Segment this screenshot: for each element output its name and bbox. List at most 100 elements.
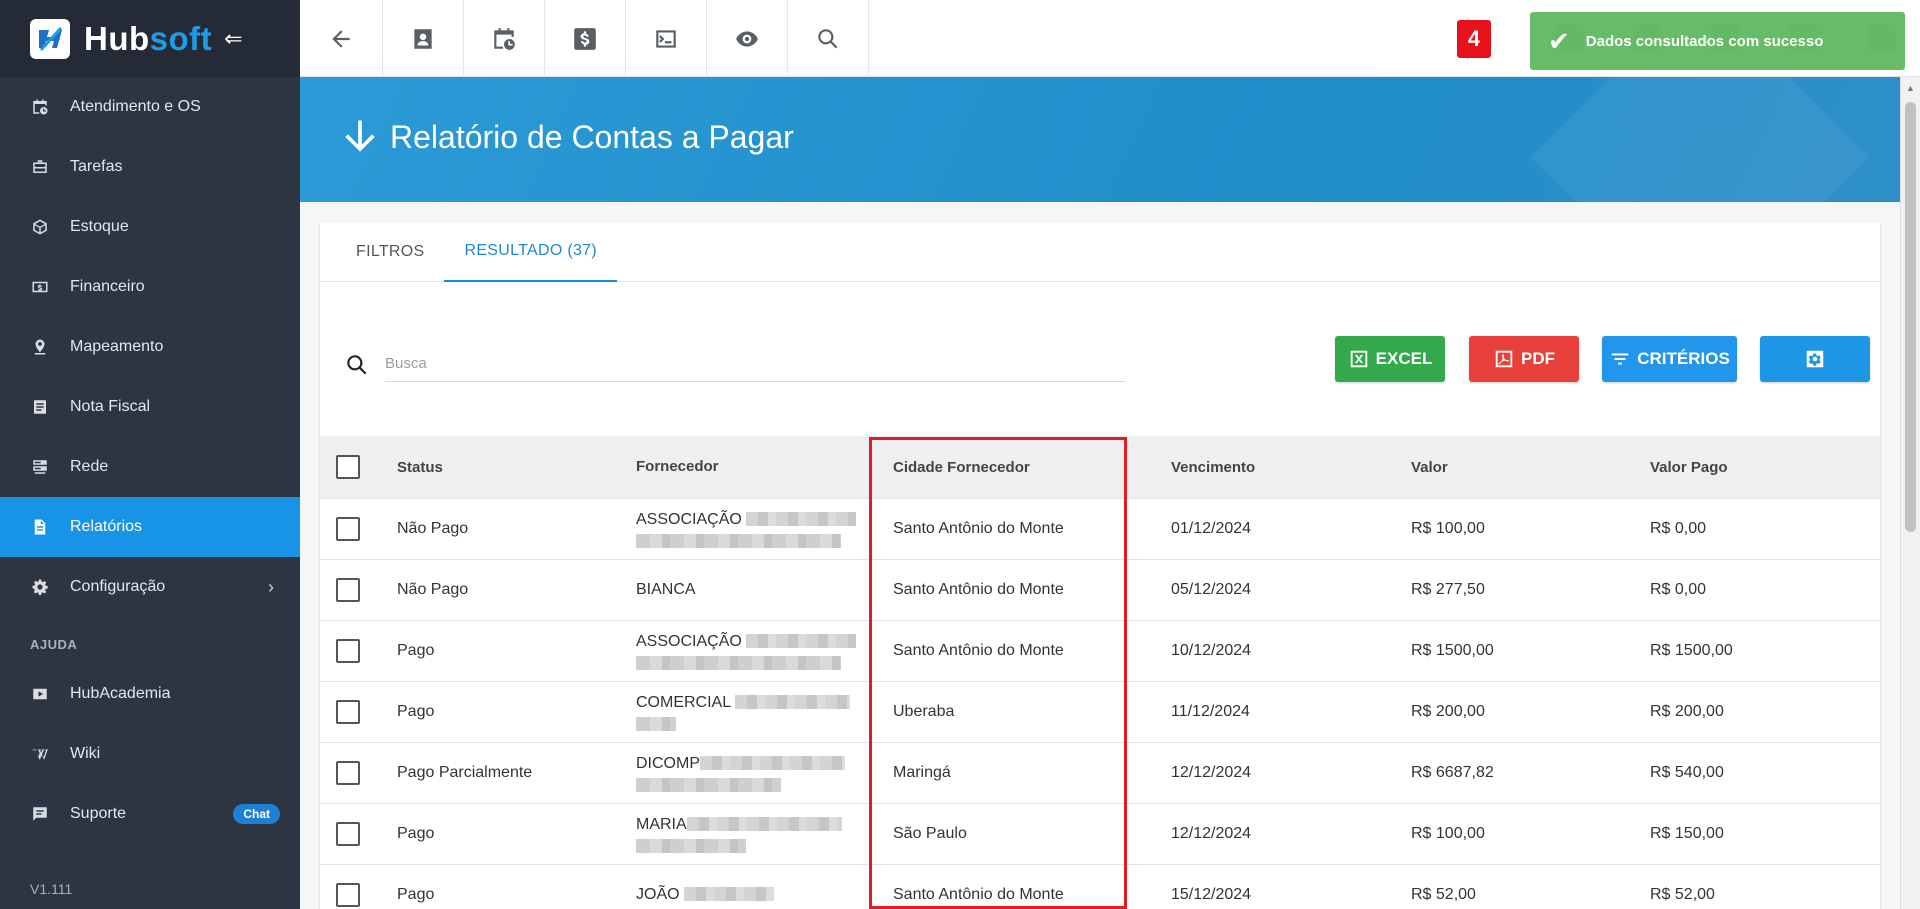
cell-valor-pago: R$ 150,00 — [1650, 825, 1724, 842]
sidebar-item-label: Rede — [70, 458, 109, 475]
sidebar-item-rede[interactable]: Rede — [0, 437, 300, 497]
excel-label: EXCEL — [1375, 349, 1433, 368]
sidebar-item-nota-fiscal[interactable]: Nota Fiscal — [0, 377, 300, 437]
map-pin-icon — [30, 337, 50, 357]
row-checkbox[interactable] — [336, 700, 360, 724]
cell-vencimento: 10/12/2024 — [1171, 642, 1252, 659]
sidebar-item-label: Financeiro — [70, 278, 145, 295]
cell-vencimento: 12/12/2024 — [1171, 764, 1252, 781]
cell-cidade: Santo Antônio do Monte — [893, 886, 1064, 903]
dollar-icon — [574, 27, 596, 50]
cell-cidade: São Paulo — [893, 825, 967, 842]
back-button[interactable] — [300, 0, 383, 77]
redacted-text — [636, 656, 841, 671]
search-input[interactable] — [385, 346, 1125, 382]
sidebar-item-relatorios[interactable]: Relatórios — [0, 497, 300, 557]
cell-fornecedor: MARIA — [636, 815, 893, 854]
search-icon — [818, 28, 838, 48]
video-play-icon — [30, 684, 50, 704]
finance-button[interactable] — [545, 0, 626, 77]
table-row[interactable]: Pago JOÃO Santo Antônio do Monte 15/12/2… — [320, 865, 1880, 909]
sidebar-item-label: Estoque — [70, 218, 129, 235]
collapse-menu-icon[interactable]: ⇐ — [224, 26, 242, 52]
cell-fornecedor-text: COMERCIAL — [636, 693, 731, 711]
row-checkbox[interactable] — [336, 639, 360, 663]
cell-valor-pago: R$ 1500,00 — [1650, 642, 1733, 659]
sidebar-item-label: Relatórios — [70, 518, 143, 535]
cell-status: Pago Parcialmente — [397, 764, 533, 781]
settings-button[interactable] — [1760, 336, 1870, 382]
sidebar-item-label: Tarefas — [70, 158, 123, 175]
select-all-checkbox[interactable] — [336, 455, 360, 479]
sidebar-item-tarefas[interactable]: Tarefas — [0, 137, 300, 197]
table-row[interactable]: Não Pago BIANCA Santo Antônio do Monte 0… — [320, 560, 1880, 621]
row-checkbox[interactable] — [336, 883, 360, 907]
table-row[interactable]: Pago MARIA São Paulo 12/12/2024 R$ 100,0… — [320, 804, 1880, 865]
row-checkbox[interactable] — [336, 822, 360, 846]
table-header: Status Fornecedor Cidade Fornecedor Venc… — [320, 436, 1880, 499]
table-row[interactable]: Pago ASSOCIAÇÃO Santo Antônio do Monte 1… — [320, 621, 1880, 682]
table-row[interactable]: Pago Parcialmente DICOMP Maringá 12/12/2… — [320, 743, 1880, 804]
export-pdf-button[interactable]: PDF — [1469, 336, 1579, 382]
arrow-down-icon — [345, 120, 375, 152]
tab-filtros[interactable]: FILTROS — [336, 222, 444, 282]
sidebar-item-hubacademia[interactable]: HubAcademia — [0, 664, 300, 724]
column-header-fornecedor[interactable]: Fornecedor — [636, 457, 893, 477]
sidebar-item-configuracao[interactable]: Configuração › — [0, 557, 300, 617]
clients-button[interactable] — [383, 0, 464, 77]
box-icon — [30, 217, 50, 237]
gear-icon — [30, 577, 50, 597]
cell-status: Pago — [397, 825, 435, 842]
help-nav: HubAcademia Wiki Suporte Chat — [0, 664, 300, 844]
sidebar-item-atendimento[interactable]: Atendimento e OS — [0, 77, 300, 137]
notification-badge[interactable]: 4 — [1457, 20, 1491, 58]
view-button[interactable] — [707, 0, 788, 77]
row-checkbox[interactable] — [336, 578, 360, 602]
cell-vencimento: 01/12/2024 — [1171, 520, 1252, 537]
cell-vencimento: 15/12/2024 — [1171, 886, 1252, 903]
redacted-text — [700, 756, 845, 771]
cell-fornecedor: ASSOCIAÇÃO — [636, 510, 893, 549]
calendar-button[interactable] — [464, 0, 545, 77]
report-card: FILTROS RESULTADO (37) EXCEL PDF CRITÉRI… — [320, 222, 1880, 909]
row-checkbox[interactable] — [336, 517, 360, 541]
contact-card-icon — [414, 28, 432, 49]
calendar-clock-icon — [494, 27, 515, 50]
column-header-valor-pago[interactable]: Valor Pago — [1650, 459, 1850, 476]
sidebar-item-financeiro[interactable]: Financeiro — [0, 257, 300, 317]
column-header-vencimento[interactable]: Vencimento — [1171, 459, 1411, 476]
cell-fornecedor: COMERCIAL — [636, 693, 893, 732]
hubsoft-logo-icon — [30, 18, 70, 59]
app-version: V1.111 — [30, 881, 73, 897]
sidebar-item-wiki[interactable]: Wiki — [0, 724, 300, 784]
cell-valor-pago: R$ 52,00 — [1650, 886, 1715, 903]
logo-text: Hubsoft — [84, 20, 212, 58]
tab-resultado[interactable]: RESULTADO (37) — [444, 222, 618, 282]
sidebar-item-label: HubAcademia — [70, 685, 171, 702]
redacted-text — [746, 634, 857, 649]
export-excel-button[interactable]: EXCEL — [1335, 336, 1445, 382]
criteria-button[interactable]: CRITÉRIOS — [1602, 336, 1737, 382]
search-icon — [344, 352, 370, 383]
terminal-button[interactable] — [626, 0, 707, 77]
table-row[interactable]: Pago COMERCIAL Uberaba 11/12/2024 R$ 200… — [320, 682, 1880, 743]
column-header-cidade[interactable]: Cidade Fornecedor — [893, 459, 1171, 476]
cell-valor: R$ 6687,82 — [1411, 764, 1494, 781]
row-checkbox[interactable] — [336, 761, 360, 785]
logo-soft: soft — [149, 19, 213, 57]
column-header-valor[interactable]: Valor — [1411, 459, 1650, 476]
sidebar-item-estoque[interactable]: Estoque — [0, 197, 300, 257]
success-toast[interactable]: ✔ Dados consultados com sucesso — [1530, 12, 1905, 70]
sidebar-item-mapeamento[interactable]: Mapeamento — [0, 317, 300, 377]
table-row[interactable]: Não Pago ASSOCIAÇÃO Santo Antônio do Mon… — [320, 499, 1880, 560]
scroll-thumb[interactable] — [1905, 102, 1916, 532]
money-icon — [30, 277, 50, 297]
sidebar-item-suporte[interactable]: Suporte Chat — [0, 784, 300, 844]
page-scrollbar[interactable]: ▲ — [1900, 77, 1920, 909]
scroll-up-icon[interactable]: ▲ — [1906, 83, 1915, 93]
logo-bar: Hubsoft ⇐ — [0, 0, 300, 77]
chat-badge[interactable]: Chat — [233, 804, 280, 824]
search-button[interactable] — [788, 0, 869, 77]
cell-fornecedor-text: ASSOCIAÇÃO — [636, 632, 742, 650]
column-header-status[interactable]: Status — [397, 459, 636, 476]
